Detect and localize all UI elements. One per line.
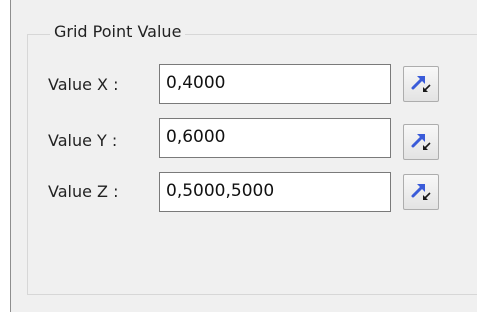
value-x-label: Value X :: [48, 75, 119, 94]
value-x-pick-button[interactable]: [403, 66, 439, 102]
pick-arrow-icon: [411, 134, 431, 150]
pick-arrow-icon: [411, 76, 431, 92]
value-x-input[interactable]: 0,4000: [159, 64, 391, 104]
value-z-input[interactable]: 0,5000,5000: [159, 172, 391, 212]
value-z-label: Value Z :: [48, 182, 119, 201]
value-y-pick-button[interactable]: [403, 124, 439, 160]
value-y-input[interactable]: 0,6000: [159, 118, 391, 158]
value-y-label: Value Y :: [48, 131, 118, 150]
value-z-pick-button[interactable]: [403, 174, 439, 210]
group-title: Grid Point Value: [50, 22, 186, 42]
pick-arrow-icon: [411, 184, 431, 200]
